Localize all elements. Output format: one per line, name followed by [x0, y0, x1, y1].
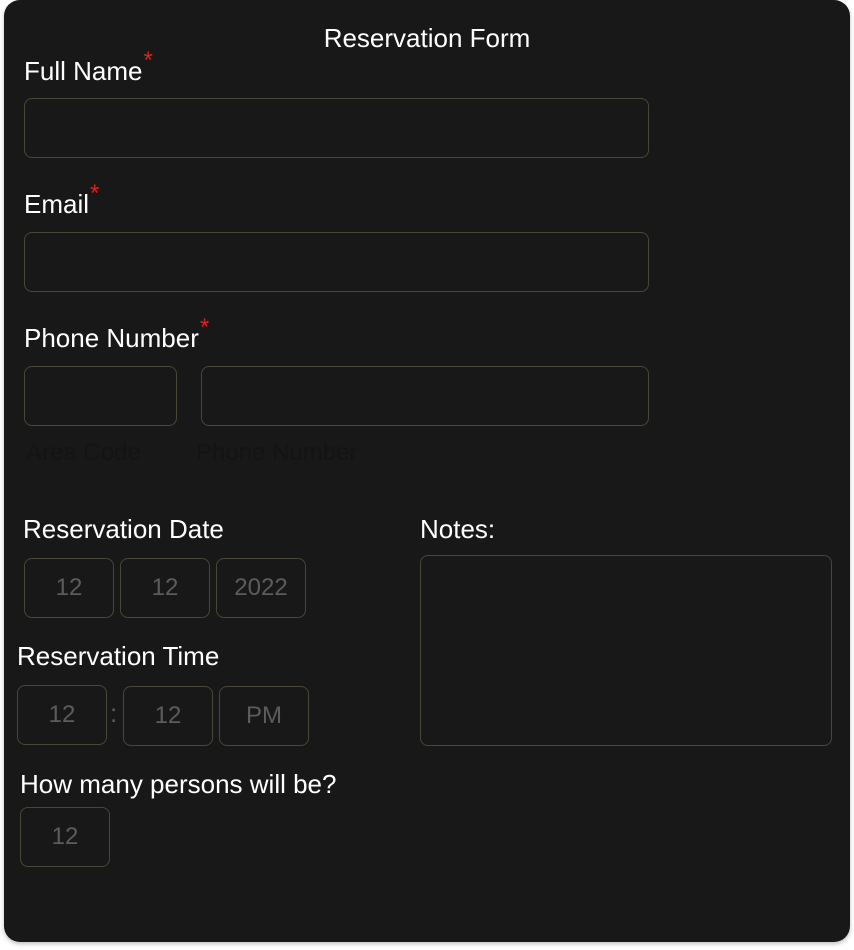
form-title: Reservation Form [323, 23, 531, 53]
reservation-form-card: Reservation Form Full Name* Email* Phone… [4, 0, 850, 942]
area-code-input[interactable] [24, 366, 177, 426]
date-day-input[interactable] [120, 558, 210, 618]
phone-required-mark: * [199, 314, 210, 341]
date-month-input[interactable] [24, 558, 114, 618]
email-label: Email* [24, 180, 99, 222]
full-name-label-text: Full Name [24, 56, 143, 86]
notes-textarea[interactable] [420, 555, 832, 746]
reservation-date-label: Reservation Date [23, 514, 224, 544]
email-label-text: Email [24, 189, 90, 219]
area-code-hint: Area Code [26, 439, 141, 466]
persons-count-input[interactable] [20, 807, 110, 867]
phone-number-input[interactable] [201, 366, 649, 426]
full-name-label: Full Name* [24, 47, 153, 89]
notes-label: Notes: [420, 514, 496, 544]
full-name-required-mark: * [143, 47, 153, 74]
phone-number-hint: Phone Number [196, 439, 358, 466]
time-period-input[interactable] [219, 686, 309, 746]
phone-label-text: Phone Number [24, 323, 199, 353]
time-separator: : [110, 698, 118, 728]
time-minute-input[interactable] [123, 686, 213, 746]
full-name-input[interactable] [24, 98, 649, 158]
email-required-mark: * [90, 180, 100, 207]
reservation-time-label: Reservation Time [17, 641, 220, 671]
date-year-input[interactable] [216, 558, 306, 618]
phone-label: Phone Number* [24, 314, 209, 356]
email-input[interactable] [24, 232, 649, 292]
time-hour-input[interactable] [17, 685, 107, 745]
persons-label: How many persons will be? [20, 769, 337, 799]
